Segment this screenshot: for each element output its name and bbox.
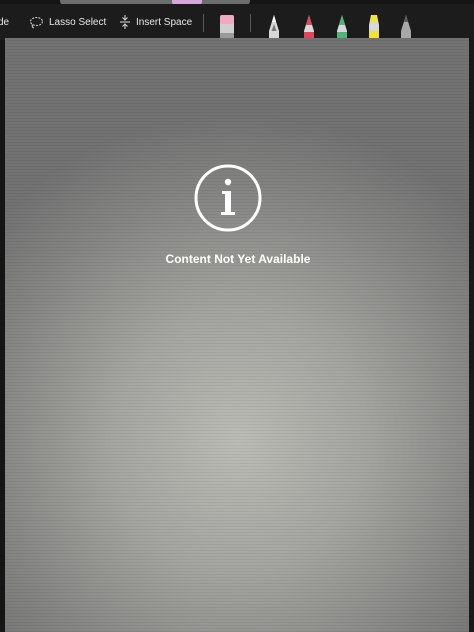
insert-space-icon: [119, 14, 131, 30]
mode-label: de: [0, 16, 10, 28]
drawing-toolbar: de Lasso Select Insert Space: [0, 4, 474, 40]
pen-white-tool[interactable]: [266, 13, 282, 39]
pencil-gray-tool[interactable]: [398, 13, 414, 39]
lasso-select-label: Lasso Select: [49, 16, 107, 28]
toolbar-divider-2: [250, 14, 251, 32]
eraser-tool[interactable]: [219, 13, 235, 39]
insert-space-button[interactable]: Insert Space: [119, 12, 192, 32]
insert-space-label: Insert Space: [136, 16, 193, 28]
note-page: Content Not Yet Available: [5, 38, 471, 632]
highlighter-yellow-tool[interactable]: [366, 13, 382, 39]
lasso-icon: [29, 16, 44, 29]
content-unavailable-message: Content Not Yet Available: [165, 252, 311, 266]
toolbar-divider: [203, 14, 204, 32]
pen-green-tool[interactable]: [334, 13, 350, 39]
right-bezel: [469, 38, 474, 632]
mode-button[interactable]: de: [0, 12, 9, 32]
screen: de Lasso Select Insert Space Content Not…: [0, 0, 474, 632]
info-circle-icon: [194, 164, 262, 232]
lasso-select-button[interactable]: Lasso Select: [29, 12, 106, 32]
pen-red-tool[interactable]: [301, 13, 317, 39]
